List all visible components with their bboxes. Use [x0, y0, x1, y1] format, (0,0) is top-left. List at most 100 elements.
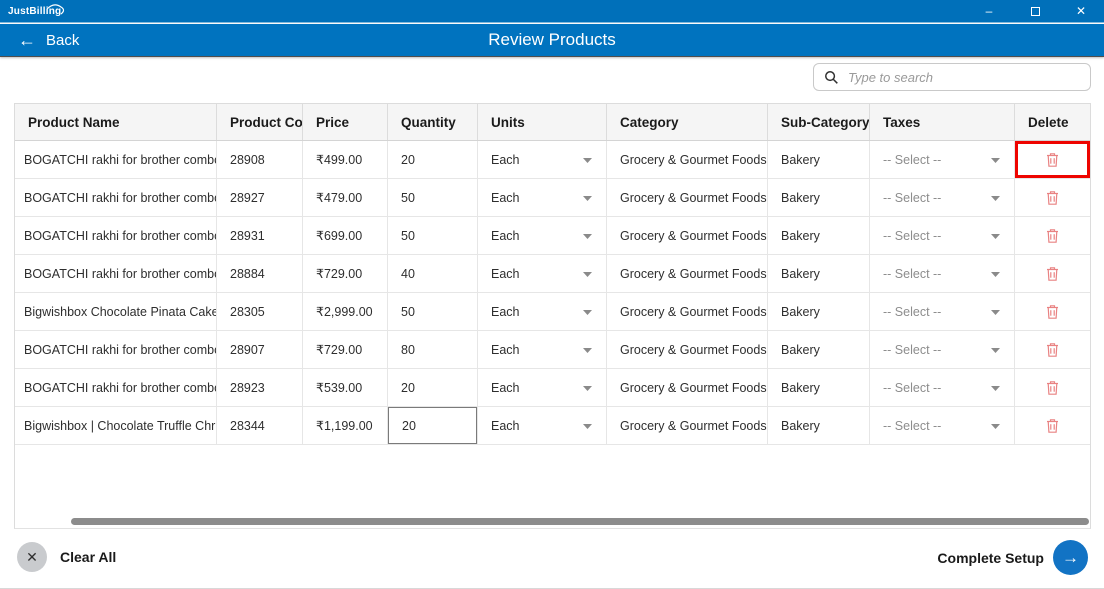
delete-button[interactable]: [1015, 179, 1090, 216]
quantity-cell[interactable]: 20: [388, 141, 478, 178]
clear-all-button[interactable]: ✕ Clear All: [17, 542, 116, 572]
taxes-select[interactable]: -- Select --: [870, 141, 1015, 178]
quantity-cell-text: 50: [401, 229, 415, 243]
quantity-cell[interactable]: 50: [388, 179, 478, 216]
units-select-text: Each: [491, 267, 520, 281]
category-cell-text: Grocery & Gourmet Foods: [620, 343, 767, 357]
taxes-select[interactable]: -- Select --: [870, 369, 1015, 406]
units-select-text: Each: [491, 305, 520, 319]
trash-icon: [1045, 266, 1060, 282]
delete-button[interactable]: [1015, 255, 1090, 292]
delete-button[interactable]: [1015, 407, 1090, 444]
subcategory-cell: Bakery: [768, 217, 870, 254]
taxes-select[interactable]: -- Select --: [870, 255, 1015, 292]
subcategory-cell: Bakery: [768, 255, 870, 292]
chevron-down-icon: [991, 196, 1000, 201]
units-select[interactable]: Each: [478, 179, 607, 216]
quantity-cell[interactable]: 20: [388, 407, 478, 444]
chevron-down-icon: [583, 424, 592, 429]
delete-button[interactable]: [1015, 331, 1090, 368]
maximize-button[interactable]: [1012, 0, 1058, 22]
delete-button[interactable]: [1015, 217, 1090, 254]
quantity-cell[interactable]: 50: [388, 217, 478, 254]
category-cell-text: Grocery & Gourmet Foods: [620, 229, 767, 243]
units-select[interactable]: Each: [478, 141, 607, 178]
category-cell: Grocery & Gourmet Foods: [607, 217, 768, 254]
price-cell-text: ₹499.00: [316, 152, 362, 167]
trash-icon: [1045, 190, 1060, 206]
search-box[interactable]: [813, 63, 1091, 91]
quantity-input[interactable]: 20: [388, 407, 477, 444]
delete-button[interactable]: [1015, 369, 1090, 406]
product-code-cell-text: 28923: [230, 381, 265, 395]
product-code-cell-text: 28907: [230, 343, 265, 357]
quantity-cell-text: 20: [401, 381, 415, 395]
trash-icon: [1045, 152, 1060, 168]
product-code-cell-text: 28931: [230, 229, 265, 243]
product-code-cell: 28923: [217, 369, 303, 406]
units-select-text: Each: [491, 229, 520, 243]
page-title: Review Products: [0, 30, 1104, 50]
subcategory-cell: Bakery: [768, 331, 870, 368]
taxes-select-text: -- Select --: [883, 343, 941, 357]
units-select[interactable]: Each: [478, 217, 607, 254]
units-select[interactable]: Each: [478, 407, 607, 444]
taxes-select[interactable]: -- Select --: [870, 293, 1015, 330]
quantity-cell[interactable]: 50: [388, 293, 478, 330]
horizontal-scrollbar[interactable]: [71, 518, 1089, 525]
table-row: BOGATCHI rakhi for brother combo wi...28…: [15, 255, 1090, 293]
product-name-cell-text: BOGATCHI rakhi for brother combo wi...: [24, 343, 217, 357]
taxes-select[interactable]: -- Select --: [870, 179, 1015, 216]
taxes-select[interactable]: -- Select --: [870, 217, 1015, 254]
product-code-cell: 28931: [217, 217, 303, 254]
category-cell-text: Grocery & Gourmet Foods: [620, 191, 767, 205]
price-cell-text: ₹699.00: [316, 228, 362, 243]
subcategory-cell: Bakery: [768, 293, 870, 330]
delete-button[interactable]: [1015, 293, 1090, 330]
product-name-cell: Bigwishbox Chocolate Pinata Cake 1 K...: [15, 293, 217, 330]
column-header-price: Price: [303, 104, 388, 140]
nav-header: ← Back Review Products: [0, 24, 1104, 57]
table-row: BOGATCHI rakhi for brother combo wi... 28…: [15, 331, 1090, 369]
product-code-cell-text: 28305: [230, 305, 265, 319]
footer-bar: ✕ Clear All Complete Setup →: [0, 540, 1104, 580]
subcategory-cell: Bakery: [768, 407, 870, 444]
table-row: BOGATCHI rakhi for brother combo wi... 28…: [15, 141, 1090, 179]
product-name-cell-text: BOGATCHI rakhi for brother combo wi...: [24, 153, 217, 167]
taxes-select[interactable]: -- Select --: [870, 407, 1015, 444]
product-name-cell: BOGATCHI rakhi for brother combo wi...: [15, 141, 217, 178]
quantity-cell[interactable]: 80: [388, 331, 478, 368]
units-select[interactable]: Each: [478, 369, 607, 406]
search-input[interactable]: [848, 70, 1080, 85]
product-name-cell-text: BOGATCHI rakhi for brother combo wi...: [24, 267, 217, 281]
delete-button[interactable]: [1015, 141, 1090, 178]
units-select[interactable]: Each: [478, 331, 607, 368]
units-select[interactable]: Each: [478, 255, 607, 292]
product-code-cell-text: 28344: [230, 419, 265, 433]
app-logo: JustBilling: [8, 6, 61, 17]
close-icon: ✕: [1076, 4, 1086, 18]
chevron-down-icon: [583, 234, 592, 239]
product-code-cell-text: 28908: [230, 153, 265, 167]
price-cell: ₹729.00: [303, 255, 388, 292]
price-cell-text: ₹539.00: [316, 380, 362, 395]
minimize-button[interactable]: –: [966, 0, 1012, 22]
close-button[interactable]: ✕: [1058, 0, 1104, 22]
column-header-taxes: Taxes: [870, 104, 1015, 140]
taxes-select[interactable]: -- Select --: [870, 331, 1015, 368]
price-cell: ₹539.00: [303, 369, 388, 406]
quantity-cell[interactable]: 20: [388, 369, 478, 406]
product-name-cell-text: BOGATCHI rakhi for brother combo wi...: [24, 191, 217, 205]
table-row: BOGATCHI rakhi for brother combo wi...28…: [15, 369, 1090, 407]
taxes-select-text: -- Select --: [883, 305, 941, 319]
chevron-down-icon: [991, 386, 1000, 391]
chevron-down-icon: [583, 158, 592, 163]
complete-setup-button[interactable]: Complete Setup →: [937, 540, 1088, 575]
chevron-down-icon: [991, 348, 1000, 353]
units-select[interactable]: Each: [478, 293, 607, 330]
quantity-cell[interactable]: 40: [388, 255, 478, 292]
arrow-right-icon: →: [1062, 548, 1079, 568]
subcategory-cell-text: Bakery: [781, 267, 820, 281]
category-cell: Grocery & Gourmet Foods: [607, 407, 768, 444]
category-cell: Grocery & Gourmet Foods: [607, 369, 768, 406]
